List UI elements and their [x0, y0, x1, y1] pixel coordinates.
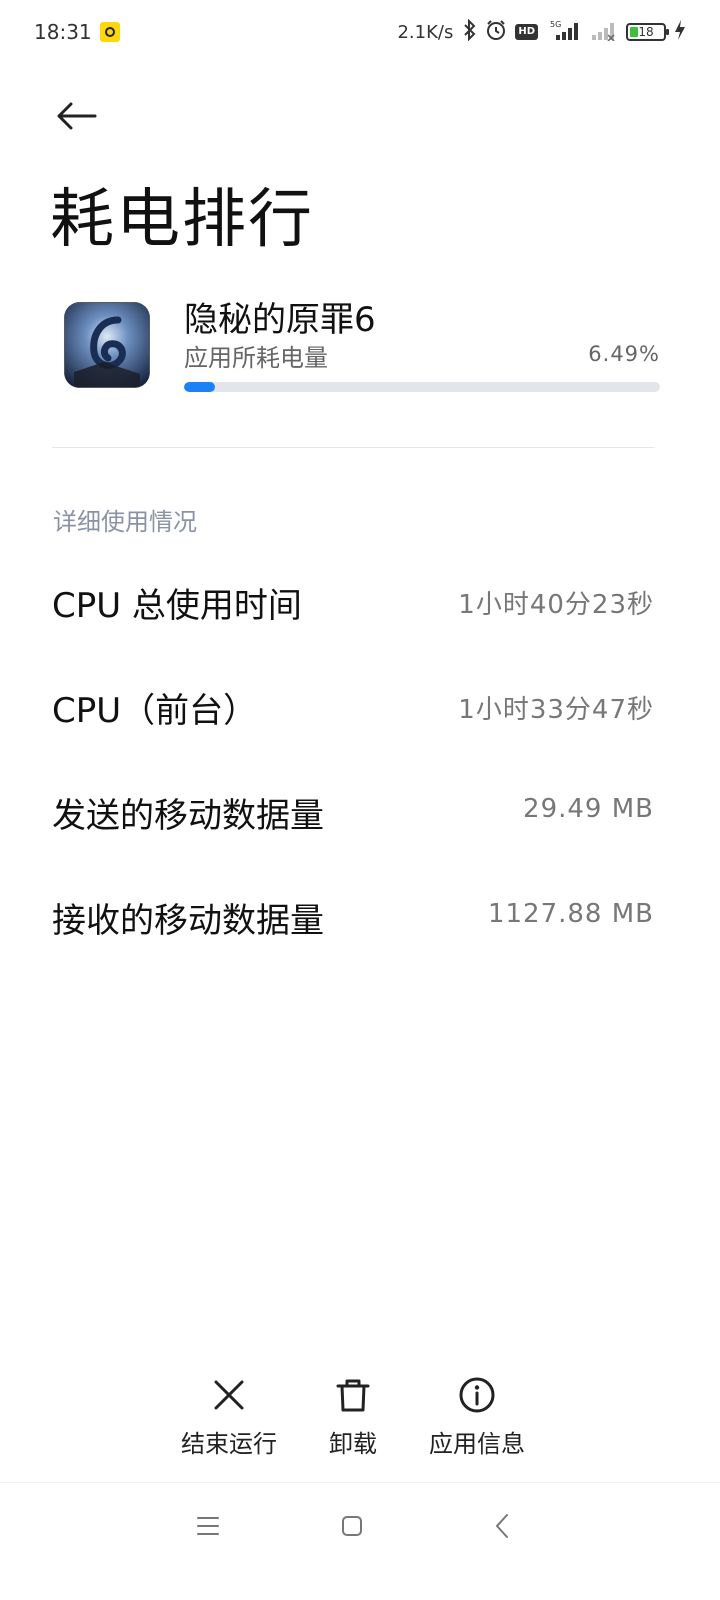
svg-text:5G: 5G [550, 20, 561, 29]
usage-progress-bar [184, 382, 660, 392]
page-title: 耗电排行 [50, 183, 314, 257]
detail-row-data-received: 接收的移动数据量 1127.88 MB [52, 893, 654, 953]
status-time: 18:31 [34, 20, 92, 44]
status-bar: 18:31 2.1K/s HD 5G 18 [0, 0, 720, 64]
trash-icon [335, 1372, 371, 1418]
uninstall-button[interactable]: 卸载 [288, 1372, 418, 1462]
home-icon [342, 1516, 362, 1536]
arrow-left-icon [57, 102, 97, 130]
menu-button[interactable] [178, 1502, 238, 1550]
uninstall-label: 卸载 [329, 1430, 377, 1458]
detail-value: 1小时33分47秒 [458, 695, 654, 725]
notification-icon [100, 22, 120, 42]
back-icon [496, 1514, 508, 1538]
home-button[interactable] [322, 1502, 382, 1550]
battery-icon: 18 [626, 23, 669, 41]
nav-back-button[interactable] [472, 1502, 532, 1550]
hd-icon: HD [515, 24, 538, 40]
network-speed: 2.1K/s [397, 21, 454, 43]
detail-label: CPU 总使用时间 [52, 586, 302, 626]
menu-icon [197, 1517, 219, 1535]
detail-label: CPU（前台） [52, 691, 258, 731]
detail-value: 1127.88 MB [487, 899, 654, 929]
signal-5g-icon: 5G [546, 19, 582, 46]
usage-value: 6.49% [588, 342, 660, 366]
back-button[interactable] [48, 92, 104, 140]
detail-row-cpu-total: CPU 总使用时间 1小时40分23秒 [52, 578, 654, 638]
section-header: 详细使用情况 [53, 508, 197, 536]
detail-label: 接收的移动数据量 [52, 901, 324, 941]
charging-icon [674, 19, 686, 46]
divider [52, 447, 654, 448]
force-stop-label: 结束运行 [181, 1430, 277, 1458]
close-icon [212, 1372, 246, 1418]
detail-row-data-sent: 发送的移动数据量 29.49 MB [52, 788, 654, 848]
info-icon [458, 1372, 496, 1418]
usage-label: 应用所耗电量 [184, 344, 328, 372]
detail-row-cpu-foreground: CPU（前台） 1小时33分47秒 [52, 683, 654, 743]
app-icon [64, 302, 150, 388]
bluetooth-icon [463, 18, 477, 46]
app-info-label: 应用信息 [429, 1430, 525, 1458]
battery-level: 18 [638, 25, 654, 39]
signal-no-service-icon [590, 19, 618, 46]
usage-progress-fill [184, 382, 215, 392]
detail-value: 29.49 MB [523, 794, 654, 824]
nav-divider [0, 1482, 720, 1483]
status-icons: 2.1K/s HD 5G 18 [397, 18, 686, 46]
app-info-button[interactable]: 应用信息 [412, 1372, 542, 1462]
alarm-icon [485, 19, 507, 46]
app-name: 隐秘的原罪6 [184, 300, 376, 340]
detail-value: 1小时40分23秒 [458, 590, 654, 620]
force-stop-button[interactable]: 结束运行 [164, 1372, 294, 1462]
detail-label: 发送的移动数据量 [52, 796, 324, 836]
